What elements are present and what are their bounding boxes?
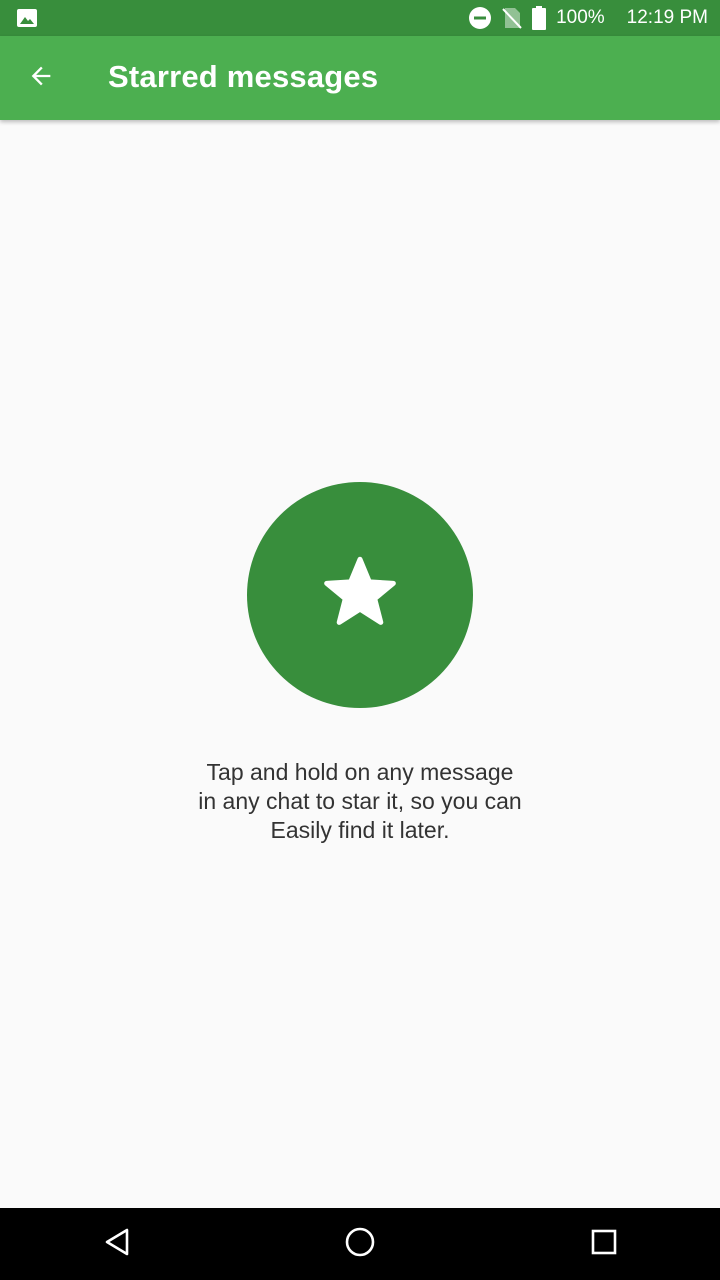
battery-icon — [532, 6, 547, 30]
nav-recents-button[interactable] — [582, 1222, 626, 1266]
status-bar: 100% 12:19 PM — [0, 0, 720, 36]
empty-state-line: in any chat to star it, so you can — [198, 788, 522, 814]
nav-home-button[interactable] — [338, 1222, 382, 1266]
page-title: Starred messages — [108, 59, 379, 94]
no-sim-icon — [502, 6, 522, 30]
recents-square-icon — [590, 1228, 618, 1261]
home-circle-icon — [344, 1226, 376, 1263]
back-button[interactable] — [14, 52, 68, 104]
nav-back-button[interactable] — [95, 1222, 139, 1266]
empty-state-message: Tap and hold on any message in any chat … — [110, 758, 610, 845]
app-bar: Starred messages — [0, 36, 720, 120]
navigation-bar — [0, 1208, 720, 1280]
battery-percent: 100% — [556, 7, 605, 28]
empty-state-line: Easily find it later. — [270, 817, 450, 843]
clock: 12:19 PM — [626, 7, 708, 28]
starred-empty-icon-circle — [247, 482, 473, 708]
do-not-disturb-icon — [468, 6, 492, 30]
back-triangle-icon — [103, 1227, 131, 1262]
star-icon — [317, 550, 403, 641]
empty-state-line: Tap and hold on any message — [206, 759, 514, 785]
arrow-back-icon — [27, 62, 55, 95]
status-icons: 100% 12:19 PM — [468, 0, 708, 36]
image-notification-icon — [16, 8, 38, 28]
